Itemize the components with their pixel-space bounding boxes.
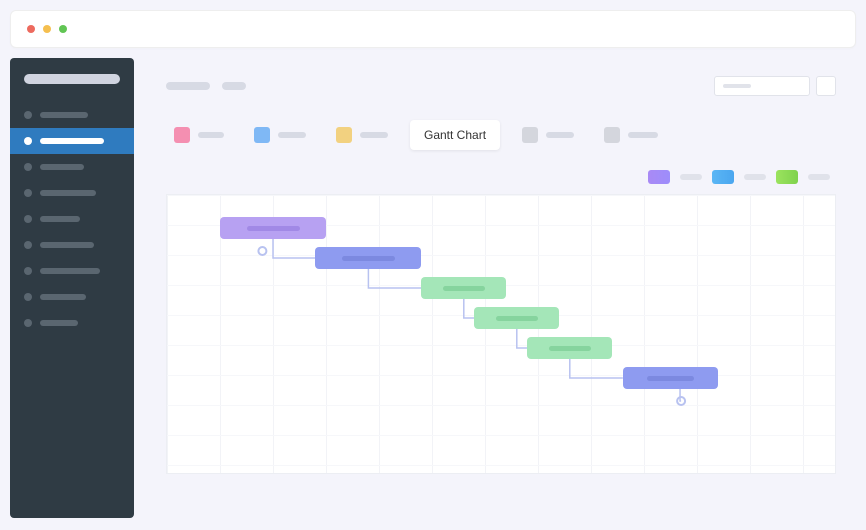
tab-swatch-icon (604, 127, 620, 143)
gantt-bar-label (549, 346, 591, 351)
gantt-chart (166, 194, 836, 474)
gantt-bar-4[interactable] (474, 307, 559, 329)
gantt-bar-2[interactable] (315, 247, 421, 269)
view-tabs: Gantt Chart (166, 120, 836, 150)
sidebar-item-7[interactable] (10, 284, 134, 310)
search-button[interactable] (816, 76, 836, 96)
bullet-icon (24, 267, 32, 275)
window-controls (27, 25, 67, 33)
sidebar-item-4[interactable] (10, 206, 134, 232)
tab-swatch-icon (336, 127, 352, 143)
main-panel: Gantt Chart (134, 58, 856, 518)
sidebar-item-label (40, 242, 94, 248)
legend-swatch-1 (712, 170, 734, 184)
sidebar-item-label (40, 138, 104, 144)
sidebar-item-0[interactable] (10, 102, 134, 128)
sidebar-item-label (40, 294, 86, 300)
sidebar-item-label (40, 268, 100, 274)
tab-swatch-icon (522, 127, 538, 143)
sidebar-item-label (40, 112, 88, 118)
sidebar-item-label (40, 216, 80, 222)
bullet-icon (24, 189, 32, 197)
sidebar-item-3[interactable] (10, 180, 134, 206)
sidebar-item-6[interactable] (10, 258, 134, 284)
breadcrumb-segment-1[interactable] (222, 82, 246, 90)
breadcrumb (166, 82, 246, 90)
bullet-icon (24, 293, 32, 301)
sidebar-item-label (40, 190, 96, 196)
legend-label-0 (680, 174, 702, 180)
gantt-bar-3[interactable] (421, 277, 506, 299)
tab-label (360, 132, 388, 138)
bullet-icon (24, 137, 32, 145)
gantt-bar-5[interactable] (527, 337, 612, 359)
gantt-bar-1[interactable] (220, 217, 326, 239)
sidebar-header (24, 74, 120, 84)
bullet-icon (24, 111, 32, 119)
tab-label (628, 132, 658, 138)
search-input[interactable] (714, 76, 810, 96)
tab-0[interactable] (166, 121, 232, 149)
tab-label (198, 132, 224, 138)
bullet-icon (24, 319, 32, 327)
tab-5[interactable] (596, 121, 666, 149)
bullet-icon (24, 163, 32, 171)
tab-swatch-icon (174, 127, 190, 143)
bullet-icon (24, 241, 32, 249)
legend-label-2 (808, 174, 830, 180)
sidebar-item-label (40, 320, 78, 326)
legend-swatch-2 (776, 170, 798, 184)
breadcrumb-segment-0[interactable] (166, 82, 210, 90)
tab-label: Gantt Chart (424, 128, 486, 142)
sidebar-item-8[interactable] (10, 310, 134, 336)
legend-label-1 (744, 174, 766, 180)
gantt-bar-6[interactable] (623, 367, 718, 389)
minimize-icon[interactable] (43, 25, 51, 33)
gantt-bar-label (247, 226, 300, 231)
gantt-bar-label (647, 376, 695, 381)
tab-4[interactable] (514, 121, 582, 149)
tab-label (278, 132, 306, 138)
sidebar-item-5[interactable] (10, 232, 134, 258)
close-icon[interactable] (27, 25, 35, 33)
sidebar-item-1[interactable] (10, 128, 134, 154)
legend-swatch-0 (648, 170, 670, 184)
tab-label (546, 132, 574, 138)
legend (166, 170, 836, 184)
gantt-bar-label (342, 256, 395, 261)
sidebar-item-2[interactable] (10, 154, 134, 180)
zoom-icon[interactable] (59, 25, 67, 33)
sidebar (10, 58, 134, 518)
tab-swatch-icon (254, 127, 270, 143)
bullet-icon (24, 215, 32, 223)
gantt-bar-label (496, 316, 538, 321)
gantt-bar-label (443, 286, 485, 291)
tab-1[interactable] (246, 121, 314, 149)
title-bar (10, 10, 856, 48)
sidebar-item-label (40, 164, 84, 170)
search-placeholder (723, 84, 751, 88)
tab-2[interactable] (328, 121, 396, 149)
tab-3[interactable]: Gantt Chart (410, 120, 500, 150)
